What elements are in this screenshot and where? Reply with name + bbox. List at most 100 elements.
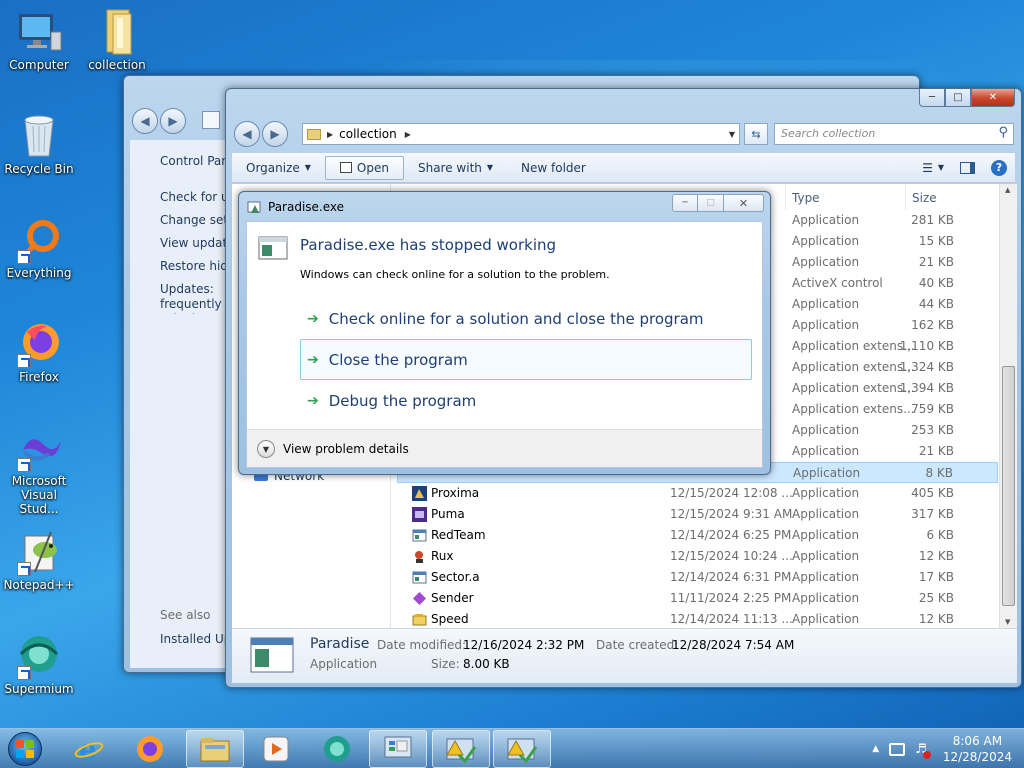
cell-type: Application <box>792 507 860 521</box>
chevron-down-icon: ▼ <box>257 440 275 458</box>
view-details-toggle[interactable]: ▼ View problem details <box>257 440 409 458</box>
column-header-size[interactable]: Size <box>905 184 995 210</box>
column-header-size-label: Size <box>912 191 937 205</box>
change-settings-link[interactable]: Change settings <box>160 213 230 227</box>
cell-name: Sender <box>431 591 474 605</box>
taskbar-media-player[interactable] <box>247 730 305 768</box>
details-created-value: 12/28/2024 7:54 AM <box>672 638 795 652</box>
installed-updates-link[interactable]: Installed Updates <box>160 632 230 646</box>
dialog-body: Paradise.exe has stopped working Windows… <box>246 221 763 468</box>
desktop-icon-visual-studio[interactable]: Microsoft Visual Stud... <box>0 424 78 516</box>
control-panel-icon <box>384 736 412 758</box>
cell-name: Proxima <box>431 486 480 500</box>
desktop-icon-computer[interactable]: Computer <box>0 8 78 72</box>
table-row[interactable]: RedTeam 12/14/2024 6:25 PM Application 6… <box>232 525 998 546</box>
desktop-icon-label: Everything <box>6 266 72 280</box>
taskbar-paradise-error[interactable] <box>432 730 490 768</box>
start-button[interactable] <box>4 730 46 768</box>
cell-size: 405 KB <box>911 486 954 500</box>
folder-icon <box>200 738 230 762</box>
cell-size: 1,394 KB <box>899 381 954 395</box>
taskbar-supermium[interactable] <box>308 730 366 768</box>
details-kind: Application <box>310 657 378 671</box>
share-with-button[interactable]: Share with ▼ <box>404 156 507 180</box>
see-also-label: See also <box>160 608 211 622</box>
taskbar-explorer[interactable] <box>186 730 244 768</box>
desktop-icon-label: Microsoft Visual Stud... <box>11 474 67 516</box>
organize-button[interactable]: Organize ▼ <box>232 156 325 180</box>
check-updates-link[interactable]: Check for updates <box>160 190 230 204</box>
desktop-icon-everything[interactable]: Everything <box>0 216 78 280</box>
faq-link[interactable]: Updates: frequently asked questions <box>160 282 230 314</box>
explorer-back-button[interactable]: ◀ <box>234 121 260 147</box>
table-row[interactable]: Speed 12/14/2024 11:13 ... Application 1… <box>232 609 998 628</box>
restore-hidden-link[interactable]: Restore hidden updates <box>160 259 230 273</box>
volume-muted-icon[interactable]: ♬ <box>915 742 931 759</box>
show-hidden-icons-icon[interactable]: ▲ <box>872 744 879 754</box>
taskbar-internet-explorer[interactable]: e <box>60 730 118 768</box>
error-dialog[interactable]: Paradise.exe ─ □ ✕ Paradise.exe has stop… <box>238 191 771 475</box>
desktop-icon-recycle-bin[interactable]: Recycle Bin <box>0 112 78 176</box>
open-button[interactable]: Open <box>324 155 404 180</box>
view-history-link[interactable]: View update history <box>160 236 230 250</box>
desktop-icon-notepad-plus-plus[interactable]: Notepad++ <box>0 528 78 592</box>
breadcrumb[interactable]: collection <box>339 127 397 141</box>
application-file-icon <box>412 529 427 542</box>
search-input[interactable]: Search collection <box>781 127 875 140</box>
forward-button[interactable]: ▶ <box>160 108 186 134</box>
debug-program-option[interactable]: ➔ Debug the program <box>307 392 476 410</box>
close-program-option[interactable]: ➔ Close the program <box>300 339 752 380</box>
preview-pane-button[interactable] <box>952 156 983 180</box>
desktop-icon-collection[interactable]: collection <box>78 8 156 72</box>
search-box[interactable]: Search collection ⚲ <box>774 123 1014 145</box>
scroll-up-icon[interactable]: ▲ <box>1005 186 1010 194</box>
dialog-maximize-button: □ <box>698 194 724 212</box>
refresh-button[interactable]: ⇆ <box>744 123 768 145</box>
shortcut-arrow-icon <box>17 458 31 472</box>
desktop-icon-label: Recycle Bin <box>4 162 74 176</box>
cell-name: Puma <box>431 507 465 521</box>
cell-type: Application <box>792 213 860 227</box>
taskbar-error-reporting[interactable] <box>493 730 551 768</box>
clock[interactable]: 8:06 AM 12/28/2024 <box>943 733 1012 765</box>
desktop-icon-supermium[interactable]: Supermium <box>0 632 78 696</box>
scroll-down-icon[interactable]: ▼ <box>1005 618 1010 626</box>
cell-size: 12 KB <box>918 549 954 563</box>
new-folder-button[interactable]: New folder <box>507 156 600 180</box>
view-options-button[interactable]: ☰ ▼ <box>914 156 952 180</box>
network-tray-icon[interactable] <box>889 742 906 756</box>
table-row[interactable]: Puma 12/15/2024 9:31 AM Application 317 … <box>232 504 998 525</box>
taskbar-control-panel[interactable] <box>369 730 427 768</box>
scrollbar-thumb[interactable] <box>1002 366 1015 606</box>
rux-file-icon <box>415 551 423 563</box>
back-button[interactable]: ◀ <box>132 108 158 134</box>
column-header-type[interactable]: Type <box>785 184 905 210</box>
details-created-label: Date created: <box>596 638 679 652</box>
close-button[interactable]: ✕ <box>971 89 1015 107</box>
dialog-close-button[interactable]: ✕ <box>724 194 764 212</box>
taskbar-firefox[interactable] <box>121 730 179 768</box>
everything-icon <box>15 216 63 264</box>
check-online-option[interactable]: ➔ Check online for a solution and close … <box>307 310 704 328</box>
explorer-forward-button[interactable]: ▶ <box>262 121 288 147</box>
vertical-scrollbar[interactable]: ▲ ▼ <box>999 184 1017 628</box>
dialog-minimize-button[interactable]: ─ <box>672 194 698 212</box>
table-row[interactable]: Sender 11/11/2024 2:25 PM Application 25… <box>232 588 998 609</box>
address-dropdown-icon[interactable]: ▼ <box>729 130 735 139</box>
internet-explorer-icon: e <box>74 734 104 764</box>
control-panel-address-icon <box>202 111 220 129</box>
cell-type: Application extens... <box>792 339 915 353</box>
share-with-label: Share with <box>417 160 482 175</box>
notepad-plus-plus-icon <box>15 528 63 576</box>
breadcrumb-separator-icon: ▶ <box>404 129 411 139</box>
open-label: Open <box>356 160 389 175</box>
desktop-icon-firefox[interactable]: Firefox <box>0 320 78 384</box>
address-bar[interactable]: ▶ collection ▶ ▼ <box>302 123 740 145</box>
minimize-button[interactable]: ─ <box>919 89 945 107</box>
table-row[interactable]: Proxima 12/15/2024 12:08 ... Application… <box>232 483 998 504</box>
table-row[interactable]: Sector.a 12/14/2024 6:31 PM Application … <box>232 567 998 588</box>
help-button[interactable]: ? <box>983 156 1015 180</box>
maximize-button[interactable]: □ <box>945 89 971 107</box>
dialog-heading: Paradise.exe has stopped working <box>300 236 557 254</box>
table-row[interactable]: Rux 12/15/2024 10:24 ... Application 12 … <box>232 546 998 567</box>
